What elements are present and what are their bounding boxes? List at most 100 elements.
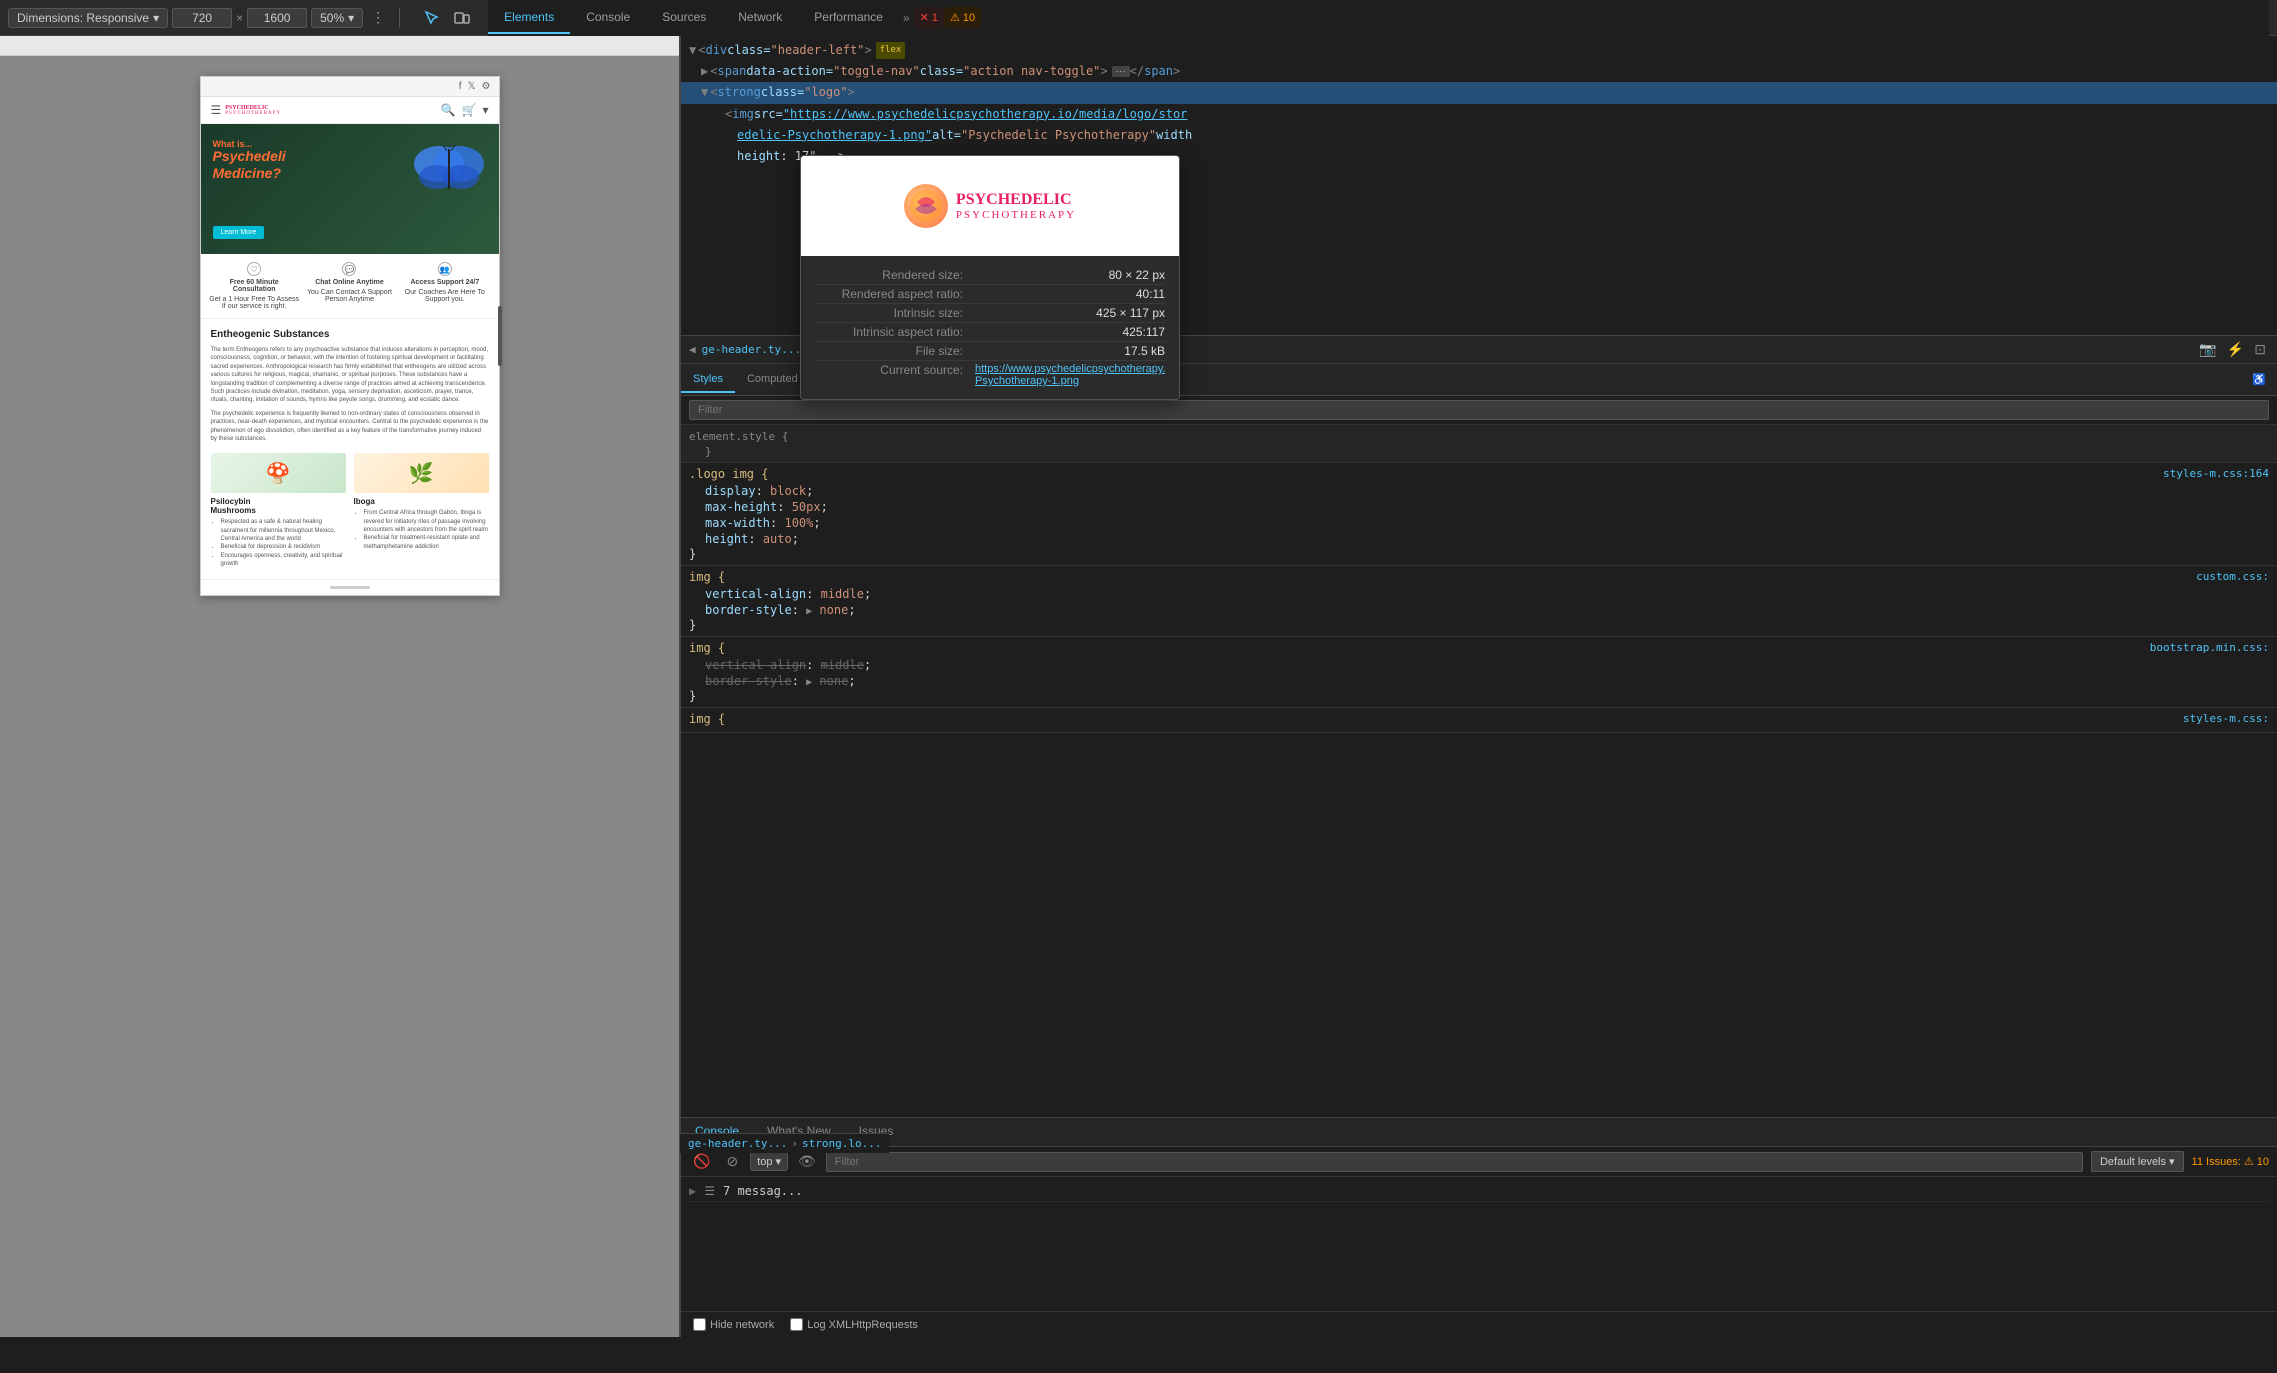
eye-button[interactable]: 👁	[796, 1151, 818, 1172]
back-arrow[interactable]: ◀	[689, 343, 696, 356]
breadcrumb-1[interactable]: ge-header.ty...	[702, 343, 801, 356]
tab-performance[interactable]: Performance	[798, 2, 899, 34]
style-block-logo-img: .logo img { styles-m.css:164 display: bl…	[681, 463, 2277, 566]
styles-filter-input[interactable]	[689, 400, 2269, 420]
more-options-button[interactable]: ⋮	[367, 5, 389, 30]
img-bootstrap-closing: }	[689, 689, 2269, 703]
tree-line-5[interactable]: edelic-Psychotherapy-1.png" alt="Psyched…	[681, 125, 2277, 146]
zoom-selector[interactable]: 50% ▾	[311, 8, 363, 28]
img-source-2[interactable]: bootstrap.min.css:	[2150, 641, 2269, 657]
tree-line-3[interactable]: ▼ <strong class="logo" >	[681, 82, 2277, 103]
psilocybin-list: Respected as a safe & natural healing sa…	[211, 518, 346, 568]
default-levels-button[interactable]: Default levels ▾	[2091, 1151, 2184, 1172]
dom-breakpoints-icon[interactable]: ⊡	[2251, 339, 2269, 360]
tab-elements[interactable]: Elements	[488, 2, 570, 34]
right-panel-icons: ♿	[2241, 371, 2277, 388]
tab-overflow[interactable]: »	[899, 3, 914, 33]
expand-icon-1[interactable]: ▼	[689, 41, 696, 60]
rendered-aspect-value: 40:11	[1136, 287, 1165, 301]
height-input[interactable]	[247, 8, 307, 28]
dimensions-label: Dimensions: Responsive	[17, 11, 149, 25]
style-block-element: element.style { }	[681, 425, 2277, 463]
tab-sources[interactable]: Sources	[646, 2, 722, 34]
screenshot-icon[interactable]: 📷	[2196, 339, 2219, 360]
log-xml-label[interactable]: Log XMLHttpRequests	[790, 1318, 918, 1331]
expand-icon-2[interactable]: ▶	[701, 62, 708, 81]
warning-icon: ⚠	[950, 11, 960, 24]
tab-console[interactable]: Console	[570, 2, 646, 34]
feature3-sub: Our Coaches Are Here ToSupport you.	[405, 289, 485, 303]
error-badge[interactable]: ✕ 1	[914, 7, 944, 28]
hide-network-checkbox[interactable]	[693, 1318, 706, 1331]
img-source-1[interactable]: custom.css:	[2196, 570, 2269, 586]
current-source-value[interactable]: https://www.psychedelicpsychotherapy.io/…	[975, 363, 1165, 387]
expand-icon-3[interactable]: ▼	[701, 83, 708, 102]
tab-styles[interactable]: Styles	[681, 367, 735, 393]
prop-border-style-2: border-style: ▶ none;	[689, 673, 2269, 689]
clear-console-button[interactable]: 🚫	[689, 1151, 714, 1172]
feature1-title: Free 60 MinuteConsultation	[230, 279, 279, 293]
devtools-tabs: Elements Console Sources Network Perform…	[488, 0, 2269, 36]
hide-network-text: Hide network	[710, 1319, 774, 1331]
toolbar-separator-1	[399, 8, 400, 28]
tree-line-4[interactable]: <img src="https://www.psychedelicpsychot…	[681, 104, 2277, 125]
device-toggle-icon[interactable]	[448, 4, 476, 32]
context-selector[interactable]: top ▾	[750, 1152, 788, 1171]
img-custom-closing: }	[689, 618, 2269, 632]
border-style-arrow-2[interactable]: ▶	[806, 677, 812, 688]
hero-learn-more[interactable]: Learn More	[213, 226, 265, 239]
width-input[interactable]	[172, 8, 232, 28]
hamburger-icon: ☰	[211, 103, 222, 117]
style-block-img-custom: img { custom.css: vertical-align: middle…	[681, 566, 2277, 637]
inspect-element-icon[interactable]	[418, 4, 446, 32]
style-block-header-4: img { styles-m.css:	[689, 712, 2269, 728]
img-source-3[interactable]: styles-m.css:	[2183, 712, 2269, 728]
accessibility-icon[interactable]: ♿	[2249, 371, 2269, 388]
styles-content: element.style { } .logo img { styles-m.c…	[681, 425, 2277, 1117]
section-text-2: The psychedelic experience is frequently…	[211, 410, 489, 444]
tab-network[interactable]: Network	[722, 2, 798, 34]
style-block-header-2: img { custom.css:	[689, 570, 2269, 586]
border-style-arrow-1[interactable]: ▶	[806, 606, 812, 617]
warning-badge[interactable]: ⚠ 10	[944, 7, 981, 28]
console-settings-button[interactable]: ⊘	[722, 1151, 742, 1172]
img-selector-2: img {	[689, 641, 725, 655]
ruler-top	[0, 36, 679, 56]
intrinsic-aspect-label: Intrinsic aspect ratio:	[815, 325, 975, 339]
iboga-img: 🌿	[354, 453, 489, 493]
expand-ellipsis-btn-2[interactable]: ···	[1112, 66, 1130, 77]
website-mockup: f 𝕏 ⚙ ☰ PSYCHEDELIC PSYCHOTHERAPY	[200, 76, 500, 596]
expand-arrow-1[interactable]: ▶	[689, 1184, 696, 1198]
logo-line2: PSYCHOTHERAPY	[225, 111, 281, 116]
resize-handle[interactable]	[494, 76, 506, 596]
devtools-top-toolbar: Dimensions: Responsive ▾ × 50% ▾ ⋮ Eleme…	[0, 0, 2277, 36]
prop-vertical-align-1: vertical-align: middle;	[689, 586, 2269, 602]
account-icon: ▾	[482, 103, 488, 117]
feature-support: 👥 Access Support 24/7 Our Coaches Are He…	[399, 262, 490, 310]
hide-network-label[interactable]: Hide network	[693, 1318, 774, 1331]
context-label: top	[757, 1156, 772, 1168]
console-filter-input[interactable]	[826, 1152, 2083, 1172]
tree-line-1[interactable]: ▼ <div class="header-left" > flex	[681, 40, 2277, 61]
search-icon: 🔍	[441, 103, 456, 117]
event-listeners-icon[interactable]: ⚡	[2224, 339, 2247, 360]
tab-computed[interactable]: Computed	[735, 367, 810, 393]
panel-right-icons: 📷 ⚡ ⊡	[2196, 339, 2269, 360]
tree-line-2[interactable]: ▶ <span data-action="toggle-nav" class="…	[681, 61, 2277, 82]
tooltip-logo-title: PSYCHEDELIC	[956, 191, 1076, 209]
img-info-tooltip: PSYCHEDELIC PSYCHOTHERAPY Rendered size:…	[800, 155, 1180, 400]
resize-handle-bar	[498, 306, 502, 366]
feature-consultation: ♡ Free 60 MinuteConsultation Get a 1 Hou…	[209, 262, 300, 310]
prop-max-height: max-height: 50px;	[689, 499, 2269, 515]
tooltip-logo-text: PSYCHEDELIC PSYCHOTHERAPY	[956, 191, 1076, 221]
console-messages[interactable]: ▶ ☰ 7 messag...	[681, 1177, 2277, 1311]
logo-preview: PSYCHEDELIC PSYCHOTHERAPY	[904, 184, 1076, 228]
dimensions-selector[interactable]: Dimensions: Responsive ▾	[8, 8, 168, 28]
logo-img-closing: }	[689, 547, 2269, 561]
logo-img-source[interactable]: styles-m.css:164	[2163, 467, 2269, 483]
log-xml-checkbox[interactable]	[790, 1318, 803, 1331]
log-xml-text: Log XMLHttpRequests	[807, 1319, 918, 1331]
twitter-icon: 𝕏	[467, 81, 475, 92]
msg-text-1: 7 messag...	[723, 1184, 802, 1198]
close-icon-small: ✕	[920, 11, 929, 24]
